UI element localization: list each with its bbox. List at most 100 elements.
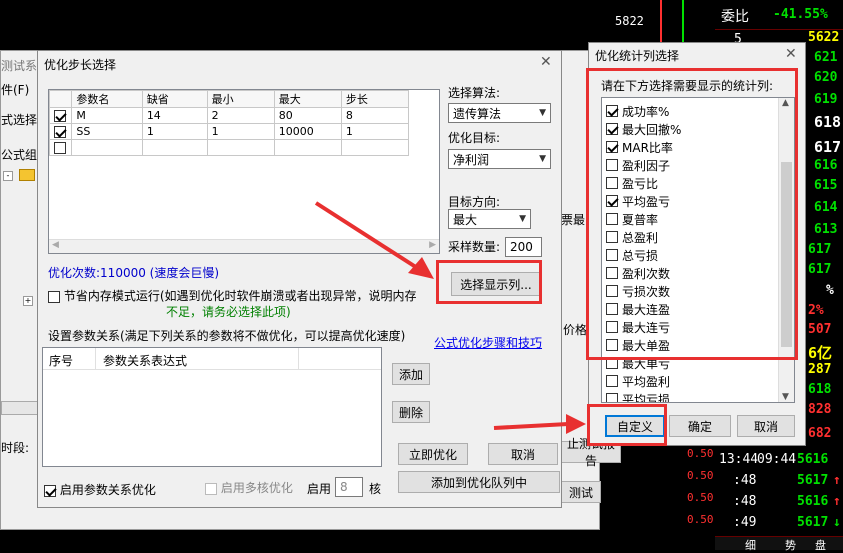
table-header: 步长 [340, 90, 410, 108]
chevron-down-icon: ▼ [519, 214, 526, 224]
row-checkbox[interactable] [54, 126, 66, 138]
algo-value: 遗传算法 [453, 106, 502, 121]
multicore-row[interactable]: 启用多核优化 [205, 479, 293, 496]
stats-ok-button[interactable]: 确定 [669, 415, 731, 437]
side-val: 617 [808, 242, 832, 257]
stats-list-item[interactable]: 平均亏损 [606, 390, 671, 403]
scroll-down-icon[interactable]: ▼ [782, 392, 789, 402]
side-val: 507 [808, 322, 832, 337]
stats-item-label: 平均亏损 [622, 392, 671, 403]
multicore-label: 启用多核优化 [220, 481, 293, 495]
tree-expand-icon-2[interactable]: + [23, 296, 33, 306]
far-right-values: 5622 621 620 619 618 617 616 615 614 613… [806, 28, 843, 441]
highlight-stats-list [586, 68, 798, 360]
label-050-2: 0.50 [687, 469, 714, 482]
label-050-4: 0.50 [687, 513, 714, 526]
tab-detail[interactable]: 细 [745, 537, 756, 553]
label-050-3: 0.50 [687, 491, 714, 504]
enable-relation-label: 启用参数关系优化 [59, 483, 156, 497]
ticks: 13:44 09:44 5616 :48 5617 ↑ :48 5616 ↑ :… [715, 440, 843, 536]
multicore-checkbox[interactable] [205, 482, 217, 495]
param-max[interactable]: 80 [273, 107, 342, 124]
table-row[interactable]: M 14 2 80 8 [48, 107, 410, 124]
param-min[interactable]: 2 [206, 107, 275, 124]
enable-relation-row[interactable]: 启用参数关系优化 [44, 481, 156, 498]
add-button[interactable]: 添加 [392, 363, 430, 385]
weibi-row: 委比 -41.55% [715, 0, 843, 30]
tick-value: 5616 [797, 452, 829, 467]
tick-value: 5617 [797, 473, 829, 488]
mem-warning: 不足，请务必选择此项) [166, 305, 291, 319]
chevron-down-icon: ▼ [539, 108, 546, 118]
tick-time: :48 [733, 473, 757, 488]
relation-label: 设置参数关系(满足下列关系的参数将不做优化，可以提高优化速度) [48, 329, 406, 343]
param-step[interactable]: 8 [340, 107, 410, 124]
tab-book[interactable]: 盘 [815, 537, 826, 553]
formula-tips-link[interactable]: 公式优化步骤和技巧 [434, 334, 542, 351]
param-min[interactable]: 1 [206, 123, 275, 140]
param-default[interactable]: 1 [141, 123, 208, 140]
tab-trend[interactable]: 势 [785, 537, 796, 553]
top-price: 5822 [615, 14, 644, 28]
opt-close-icon[interactable]: ✕ [540, 54, 552, 70]
tick-arrow: ↓ [833, 515, 841, 530]
col-expression: 参数关系表达式 [103, 354, 188, 368]
target-value: 净利润 [453, 152, 490, 167]
price-val: 619 [814, 92, 838, 107]
stats-list-item[interactable]: 平均盈利 [606, 372, 670, 390]
stats-checkbox[interactable] [606, 375, 618, 387]
tree-expand-icon[interactable]: - [3, 171, 13, 181]
param-name[interactable]: SS [71, 123, 143, 140]
param-name[interactable]: M [71, 107, 143, 124]
optimize-now-button[interactable]: 立即优化 [398, 443, 468, 465]
enable-relation-checkbox[interactable] [44, 484, 56, 497]
price-val: 616 [814, 158, 838, 173]
param-max[interactable]: 10000 [273, 123, 342, 140]
target-select[interactable]: 净利润 ▼ [448, 149, 551, 169]
backtest-title: 测试系 [1, 59, 38, 73]
tick-time: :48 [733, 494, 757, 509]
price-val: 613 [814, 222, 838, 237]
table-header: 最大 [273, 90, 342, 108]
algo-label: 选择算法: [448, 86, 501, 100]
price-val: 617 [814, 138, 842, 156]
stats-close-icon[interactable]: ✕ [785, 46, 797, 62]
opt-cancel-button[interactable]: 取消 [488, 443, 558, 465]
folder-icon [19, 169, 35, 181]
h-scrollbar[interactable] [1, 401, 41, 415]
test-button[interactable]: 测试 [561, 481, 601, 503]
param-default[interactable]: 14 [141, 107, 208, 124]
cores-value: 8 [340, 480, 348, 494]
mem-mode-checkbox[interactable] [48, 290, 60, 303]
delete-button[interactable]: 删除 [392, 401, 430, 423]
cores-input[interactable]: 8 [335, 477, 363, 497]
mem-mode-row[interactable]: 节省内存模式运行(如遇到优化时软件崩溃或者出现异常，说明内存 [48, 287, 417, 304]
weibi-label: 委比 [721, 9, 749, 25]
table-row[interactable] [48, 139, 410, 156]
price-val: 621 [814, 50, 838, 65]
row-checkbox[interactable] [54, 110, 66, 122]
scroll-left-icon[interactable]: ◀ [52, 240, 59, 250]
side-val: 6亿 [808, 344, 833, 362]
algo-select[interactable]: 遗传算法 ▼ [448, 103, 551, 123]
direction-select[interactable]: 最大 ▼ [448, 209, 531, 229]
side-val: 618 [808, 382, 832, 397]
param-step[interactable]: 1 [340, 123, 410, 140]
stats-checkbox[interactable] [606, 393, 618, 402]
row-checkbox[interactable] [54, 142, 66, 154]
stats-cancel-button[interactable]: 取消 [737, 415, 795, 437]
annotation-arrow-icon-2 [493, 414, 586, 434]
tick-time: :49 [733, 515, 757, 530]
table-row[interactable]: SS 1 1 10000 1 [48, 123, 410, 140]
period-label: 时段: [1, 441, 30, 455]
opt-count: 优化次数:110000 (速度会巨慢) [48, 266, 220, 280]
label-050-1: 0.50 [687, 447, 714, 460]
candle-line-2 [682, 0, 684, 44]
file-menu[interactable]: 件(F) [1, 81, 29, 98]
add-to-queue-button[interactable]: 添加到优化队列中 [398, 471, 560, 493]
target-label: 优化目标: [448, 131, 501, 145]
table-header [48, 90, 73, 108]
bottom-left-labels: 0.50 0.50 0.50 0.50 [685, 440, 715, 550]
sample-input[interactable]: 200 [505, 237, 542, 257]
side-val: % [826, 283, 834, 298]
